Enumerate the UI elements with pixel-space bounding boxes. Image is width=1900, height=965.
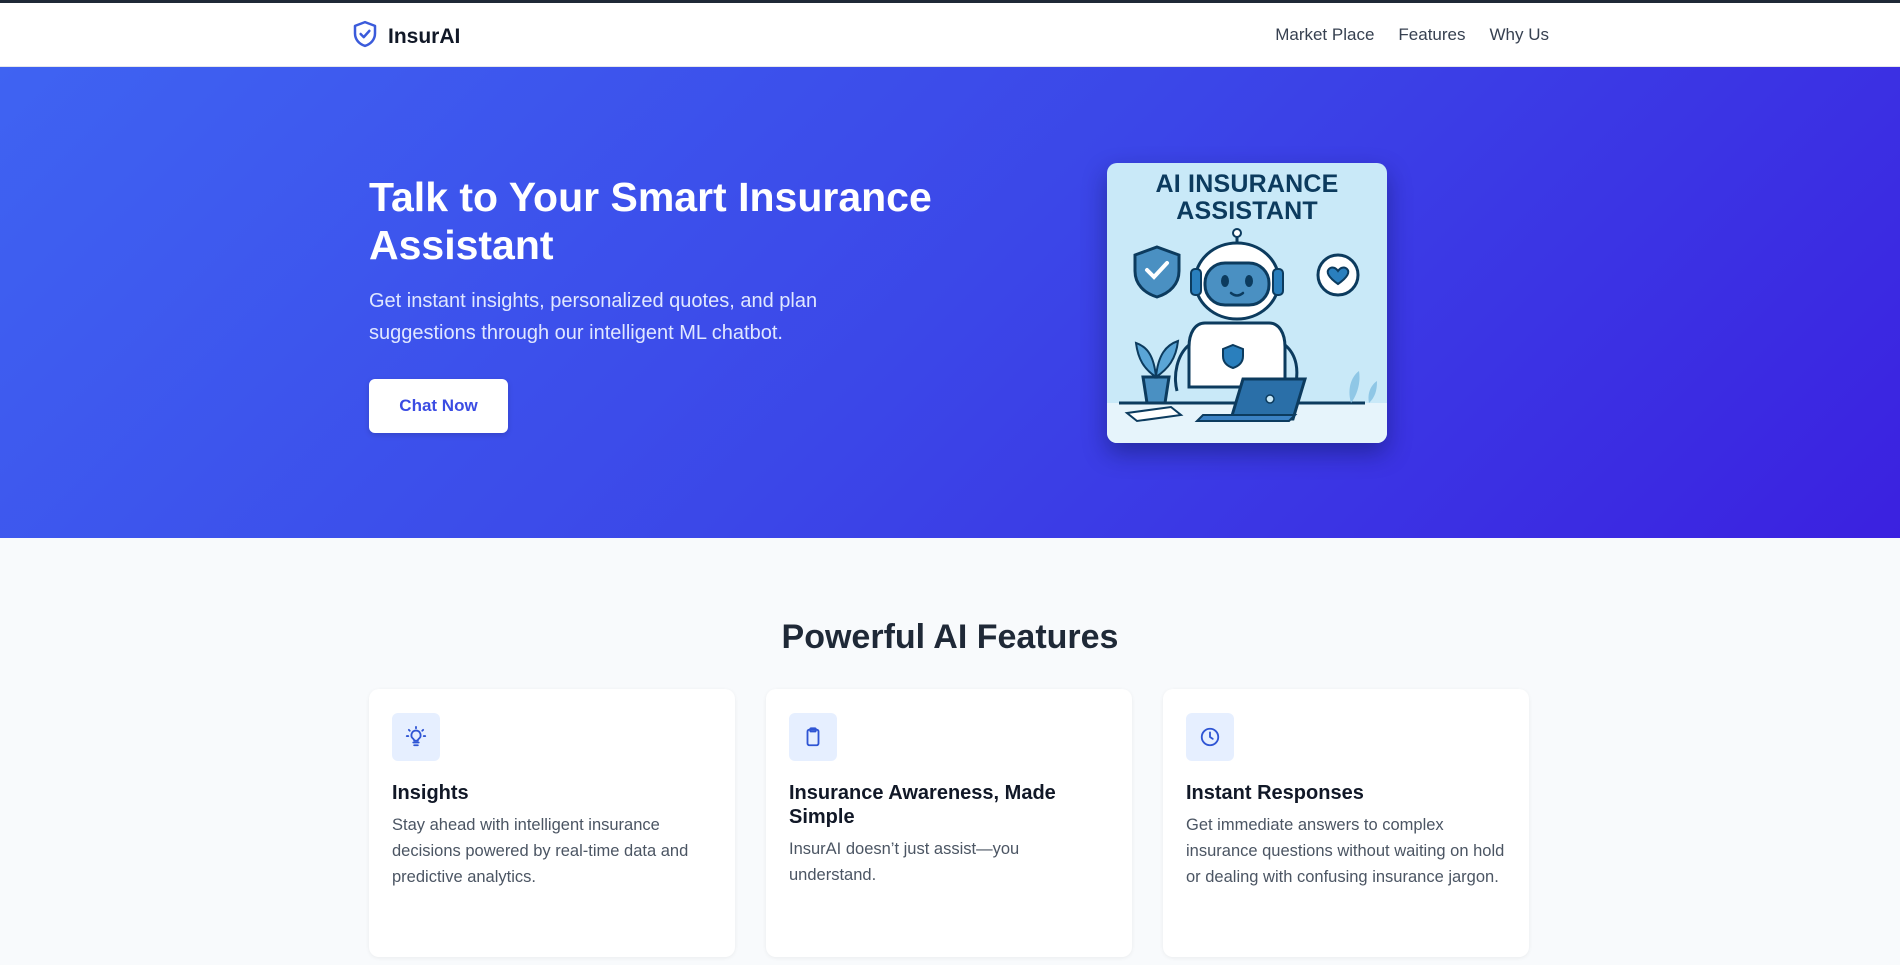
site-header: InsurAI Market Place Features Why Us bbox=[0, 3, 1900, 67]
feature-title: Insights bbox=[392, 782, 469, 804]
chat-now-button[interactable]: Chat Now bbox=[369, 379, 508, 433]
nav-market-place[interactable]: Market Place bbox=[1275, 25, 1374, 45]
feature-title: Instant Responses bbox=[1186, 782, 1364, 804]
clipboard-icon bbox=[789, 713, 837, 761]
features-section: Powerful AI Features Insights Stay ahead… bbox=[0, 538, 1900, 965]
feature-card-insights: Insights Stay ahead with intelligent ins… bbox=[369, 689, 735, 957]
nav-features[interactable]: Features bbox=[1398, 25, 1465, 45]
hero-section: Talk to Your Smart Insurance Assistant G… bbox=[0, 67, 1900, 538]
feature-card-instant-responses: Instant Responses Get immediate answers … bbox=[1163, 689, 1529, 957]
hero-subtitle: Get instant insights, personalized quote… bbox=[369, 290, 818, 344]
feature-text: InsurAI doesn’t just assist—you understa… bbox=[789, 840, 1020, 884]
feature-text: Get immediate answers to complex insuran… bbox=[1186, 816, 1505, 886]
features-heading: Powerful AI Features bbox=[781, 618, 1119, 656]
shield-check-icon bbox=[350, 19, 380, 54]
illustration-title-line1: AI INSURANCE bbox=[1155, 170, 1339, 198]
brand-logo[interactable]: InsurAI bbox=[350, 19, 460, 54]
brand-name: InsurAI bbox=[388, 24, 461, 48]
feature-card-awareness: Insurance Awareness, Made Simple InsurAI… bbox=[766, 689, 1132, 957]
lightbulb-icon bbox=[392, 713, 440, 761]
clock-icon bbox=[1186, 713, 1234, 761]
feature-title: Insurance Awareness, Made Simple bbox=[789, 782, 1056, 828]
feature-text: Stay ahead with intelligent insurance de… bbox=[392, 816, 689, 886]
main-nav: Market Place Features Why Us bbox=[1275, 25, 1549, 45]
nav-why-us[interactable]: Why Us bbox=[1490, 25, 1550, 45]
hero-title: Talk to Your Smart Insurance Assistant bbox=[369, 174, 932, 268]
illustration-title: AI INSURANCE ASSISTANT bbox=[1107, 171, 1387, 225]
illustration-title-line2: ASSISTANT bbox=[1176, 197, 1318, 225]
ai-assistant-illustration: AI INSURANCE ASSISTANT bbox=[1107, 163, 1387, 443]
